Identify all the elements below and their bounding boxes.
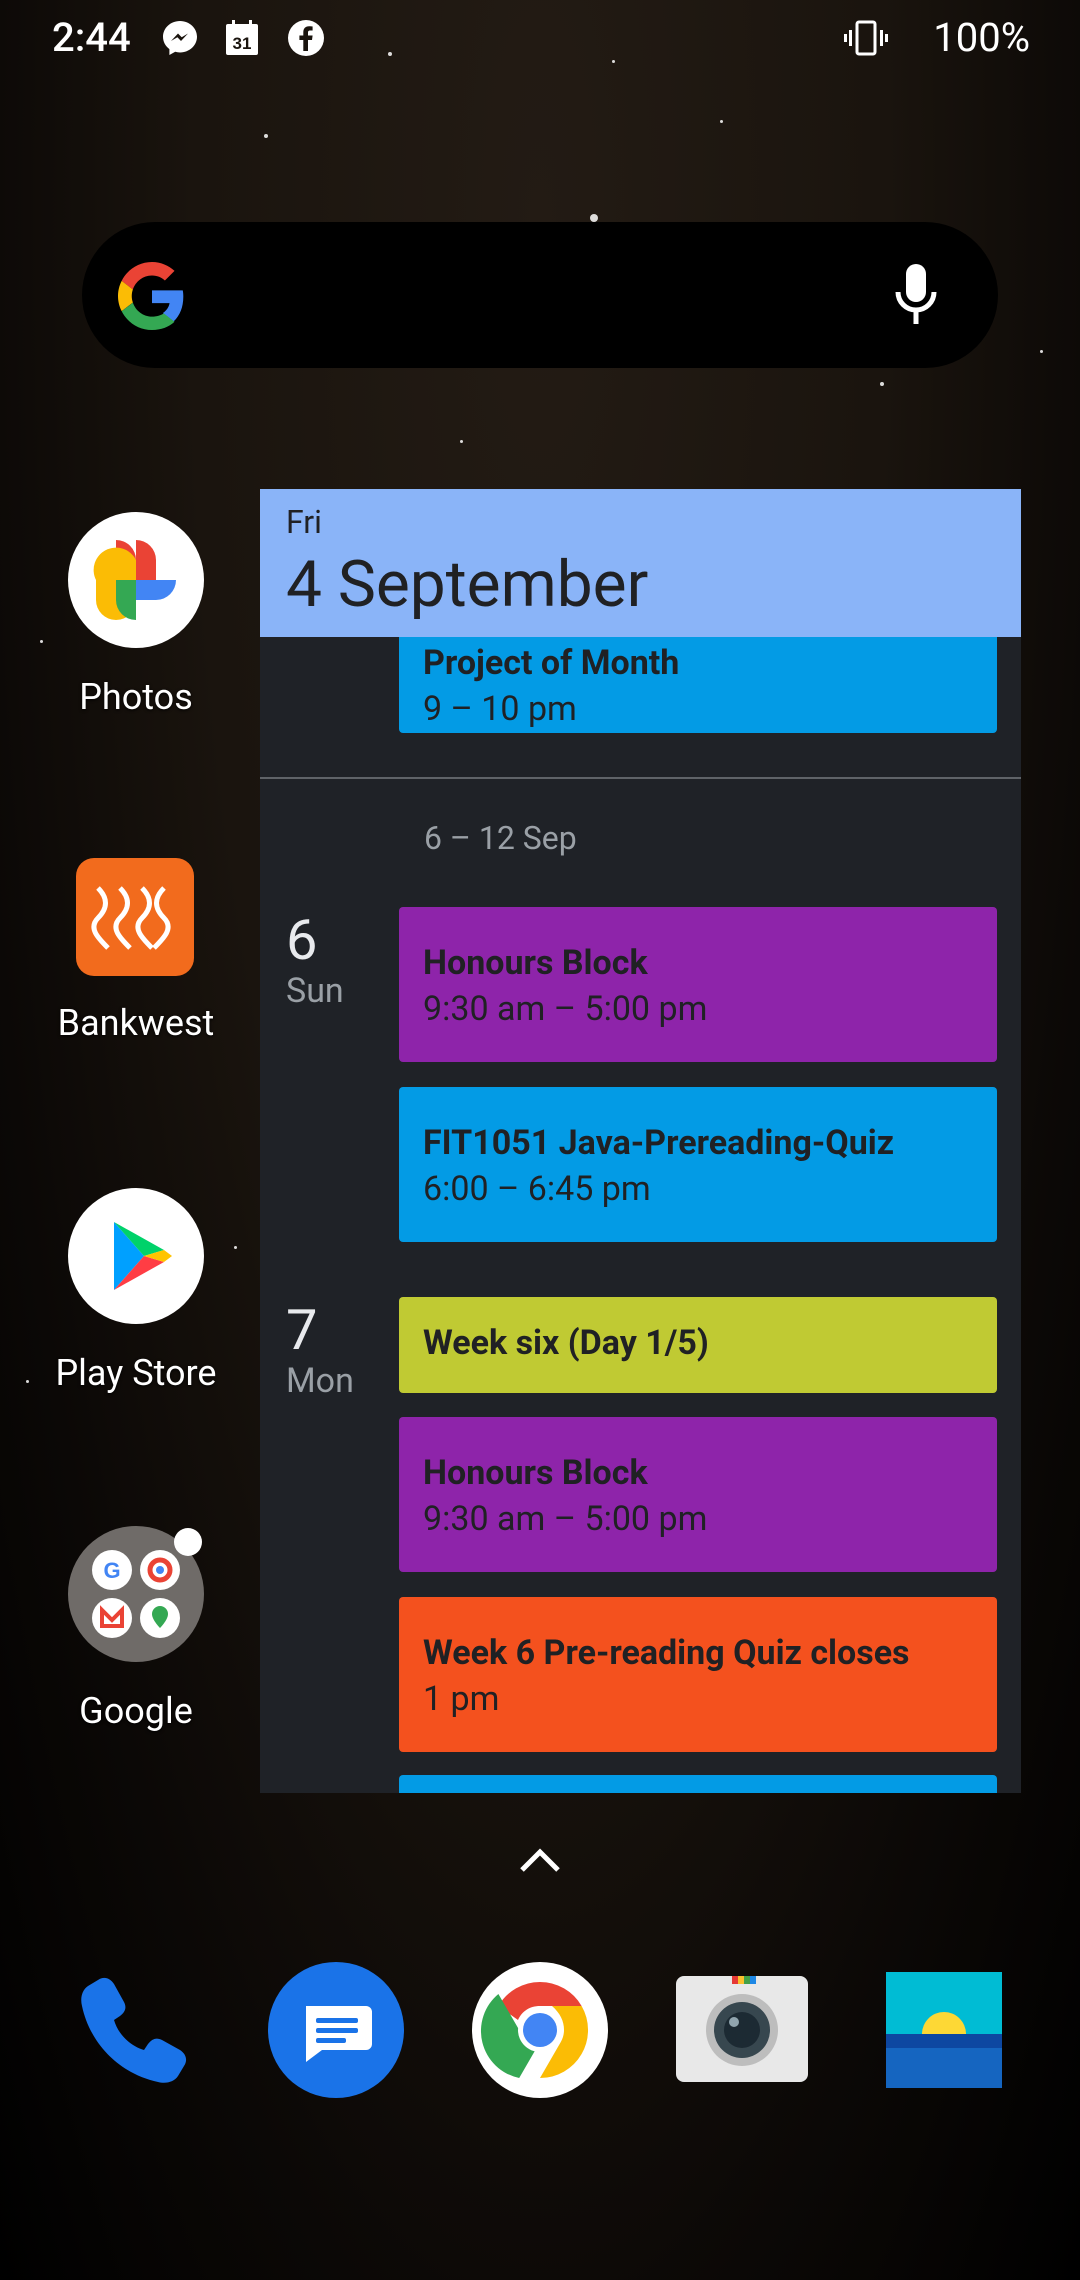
app-label: Bankwest: [57, 1002, 215, 1044]
event-time: 9 – 10 pm: [423, 689, 577, 729]
google-folder-icon: G: [68, 1526, 204, 1662]
star: [1040, 350, 1043, 353]
calendar-widget[interactable]: Fri 4 September Project of Month 9 – 10 …: [260, 489, 1021, 1793]
event-time: 1 pm: [423, 1679, 500, 1719]
camera-icon[interactable]: [674, 1962, 810, 2098]
event-title: Week six (Day 1/5): [423, 1323, 709, 1363]
event-honours-block[interactable]: Honours Block 9:30 am – 5:00 pm: [399, 1417, 997, 1572]
event-title: Project of Month: [423, 643, 680, 683]
event-week-six[interactable]: Week six (Day 1/5): [399, 1297, 997, 1393]
app-label: Photos: [79, 676, 193, 718]
status-time: 2:44: [52, 14, 131, 61]
play-store-icon: [68, 1188, 204, 1324]
chrome-icon[interactable]: [472, 1962, 608, 2098]
status-bar: 2:44 31 100%: [0, 0, 1080, 80]
week-range: 6 – 12 Sep: [424, 819, 577, 857]
calendar-31-icon: 31: [226, 20, 258, 55]
day-name: Sun: [286, 971, 344, 1011]
vibrate-icon: [844, 20, 888, 56]
battery-percentage: 100%: [933, 14, 1030, 61]
day-name: Mon: [286, 1361, 354, 1401]
svg-text:31: 31: [233, 34, 252, 53]
messages-icon[interactable]: [268, 1962, 404, 2098]
phone-icon[interactable]: [68, 1962, 204, 2098]
event-partial[interactable]: [399, 1775, 997, 1793]
google-search-bar[interactable]: [82, 222, 998, 368]
event-title: Honours Block: [423, 943, 648, 983]
photos-icon: [68, 512, 204, 648]
event-time: 9:30 am – 5:00 pm: [423, 1499, 708, 1539]
event-time: 9:30 am – 5:00 pm: [423, 989, 708, 1029]
app-label: Google: [79, 1690, 193, 1732]
day-number: 7: [286, 1297, 318, 1363]
messenger-icon: [163, 21, 197, 55]
app-bankwest[interactable]: Bankwest: [16, 858, 256, 1044]
star: [590, 214, 598, 222]
event-title: FIT1051 Java-Prereading-Quiz: [423, 1123, 895, 1163]
event-quiz-closes[interactable]: Week 6 Pre-reading Quiz closes 1 pm: [399, 1597, 997, 1752]
calendar-header[interactable]: Fri 4 September: [260, 489, 1021, 637]
gallery-icon[interactable]: [876, 1962, 1012, 2098]
header-day-of-week: Fri: [286, 503, 322, 541]
app-photos[interactable]: Photos: [16, 512, 256, 718]
microphone-icon[interactable]: [892, 262, 940, 328]
star: [720, 120, 723, 123]
event-title: Honours Block: [423, 1453, 648, 1493]
event-time: 6:00 – 6:45 pm: [423, 1169, 651, 1209]
header-date: 4 September: [286, 547, 649, 622]
event-honours-block[interactable]: Honours Block 9:30 am – 5:00 pm: [399, 907, 997, 1062]
star: [460, 440, 463, 443]
day-number: 6: [286, 907, 318, 973]
app-label: Play Store: [55, 1352, 217, 1394]
app-play-store[interactable]: Play Store: [16, 1188, 256, 1394]
event-fit1051-quiz[interactable]: FIT1051 Java-Prereading-Quiz 6:00 – 6:45…: [399, 1087, 997, 1242]
chevron-up-icon[interactable]: [518, 1846, 562, 1874]
week-divider: [260, 777, 1021, 779]
svg-text:G: G: [103, 1558, 120, 1583]
star: [880, 382, 884, 386]
google-g-icon: [118, 262, 184, 330]
app-google-folder[interactable]: G Google: [16, 1526, 256, 1732]
facebook-icon: [288, 20, 324, 56]
event-title: Week 6 Pre-reading Quiz closes: [423, 1633, 910, 1673]
star: [264, 134, 268, 138]
bankwest-icon: [68, 858, 204, 994]
